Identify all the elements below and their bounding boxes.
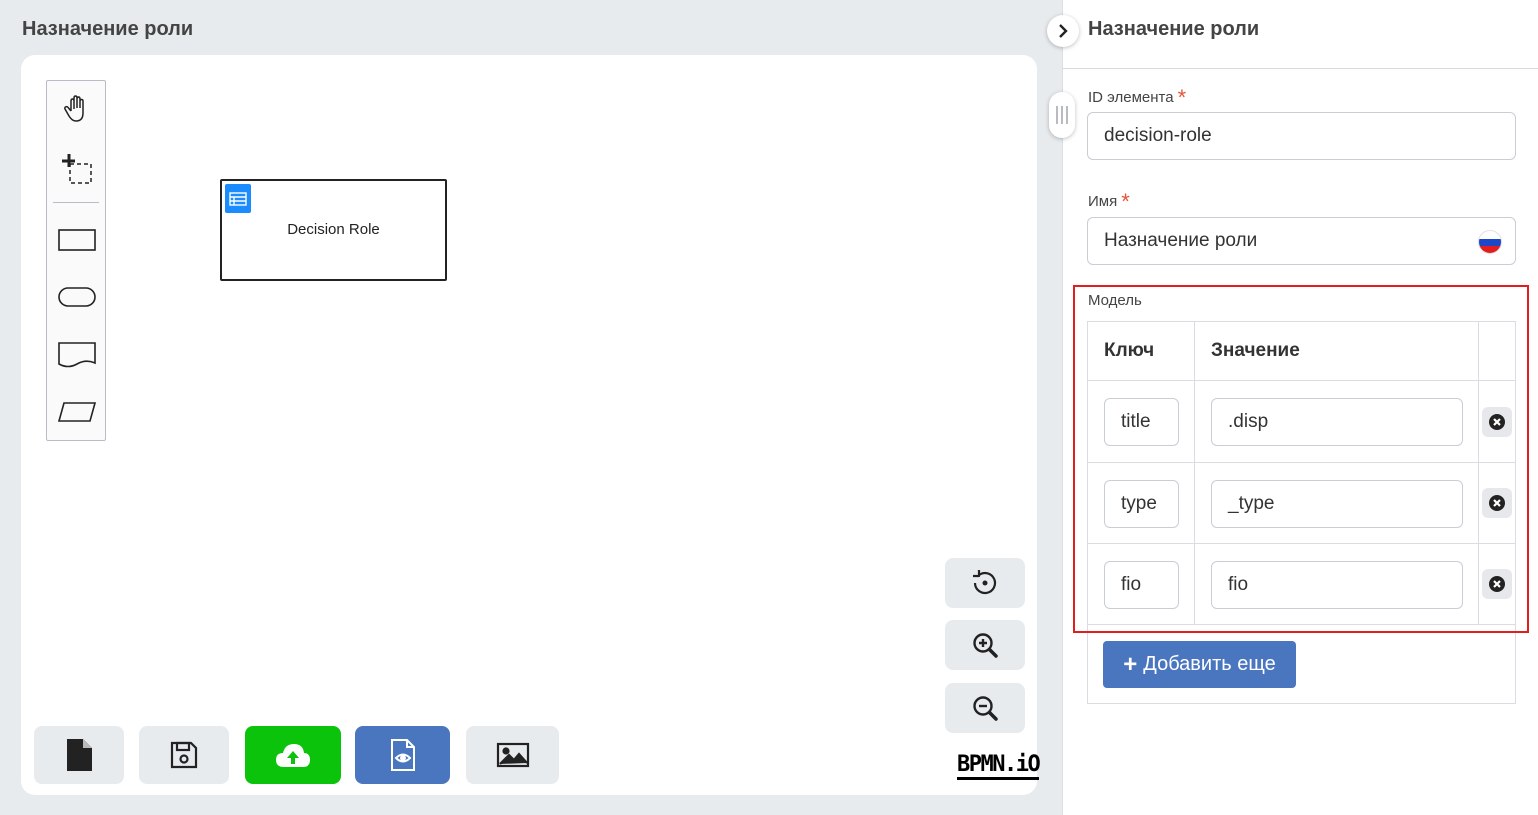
close-circle-icon xyxy=(1489,495,1505,511)
zoom-out-icon xyxy=(973,696,998,721)
cloud-upload-icon xyxy=(276,744,310,767)
row-value-input[interactable]: _type xyxy=(1211,480,1463,528)
collapse-panel-button[interactable] xyxy=(1047,15,1079,47)
panel-divider xyxy=(1062,68,1538,69)
diagram-canvas[interactable] xyxy=(21,55,1037,795)
add-row-button[interactable]: + Добавить еще xyxy=(1103,641,1296,688)
page-title: Назначение роли xyxy=(22,18,194,40)
zoom-out-button[interactable] xyxy=(945,683,1025,733)
task-label: Decision Role xyxy=(287,221,380,238)
preview-file-icon xyxy=(390,739,415,771)
delete-row-button[interactable] xyxy=(1482,569,1512,599)
document-shape-icon[interactable] xyxy=(57,335,97,375)
required-mark: * xyxy=(1121,189,1130,214)
rectangle-shape-icon[interactable] xyxy=(57,220,97,260)
save-button[interactable] xyxy=(139,726,229,784)
model-label: Модель xyxy=(1088,292,1142,309)
reset-view-button[interactable] xyxy=(945,558,1025,608)
panel-resize-handle[interactable] xyxy=(1049,92,1075,138)
plus-icon: + xyxy=(1123,650,1138,678)
hand-tool-icon[interactable] xyxy=(57,89,97,129)
id-field-label: ID элемента * xyxy=(1088,85,1187,110)
rounded-rect-shape-icon[interactable] xyxy=(57,277,97,317)
decision-role-task[interactable]: Decision Role xyxy=(220,179,447,281)
reset-view-icon xyxy=(973,570,997,595)
name-field-label: Имя * xyxy=(1088,189,1130,214)
row-value-input[interactable]: .disp xyxy=(1211,398,1463,446)
bpmn-io-logo[interactable]: BPMN.iO xyxy=(957,753,1041,780)
upload-button[interactable] xyxy=(245,726,341,784)
zoom-in-icon xyxy=(973,633,998,658)
row-key-input[interactable]: fio xyxy=(1104,561,1179,609)
name-input[interactable]: Назначение роли xyxy=(1087,217,1516,265)
delete-row-button[interactable] xyxy=(1482,488,1512,518)
palette-divider xyxy=(53,202,99,203)
preview-button[interactable] xyxy=(355,726,450,784)
panel-title: Назначение роли xyxy=(1088,18,1260,40)
id-input[interactable]: decision-role xyxy=(1087,112,1516,160)
russian-flag-icon[interactable] xyxy=(1479,231,1501,253)
parallelogram-shape-icon[interactable] xyxy=(57,392,97,432)
close-circle-icon xyxy=(1489,576,1505,592)
required-mark: * xyxy=(1177,85,1187,110)
image-icon xyxy=(496,742,529,768)
row-key-input[interactable]: type xyxy=(1104,480,1179,528)
lasso-tool-icon[interactable] xyxy=(57,149,97,189)
new-file-icon xyxy=(67,739,92,771)
close-circle-icon xyxy=(1489,414,1505,430)
delete-row-button[interactable] xyxy=(1482,407,1512,437)
zoom-in-button[interactable] xyxy=(945,620,1025,670)
column-value-header: Значение xyxy=(1211,340,1300,361)
row-value-input[interactable]: fio xyxy=(1211,561,1463,609)
new-file-button[interactable] xyxy=(34,726,124,784)
chevron-right-icon xyxy=(1059,24,1068,38)
row-key-input[interactable]: title xyxy=(1104,398,1179,446)
tool-palette xyxy=(46,80,106,441)
table-icon xyxy=(225,184,251,213)
export-image-button[interactable] xyxy=(466,726,559,784)
column-key-header: Ключ xyxy=(1104,340,1155,361)
save-icon xyxy=(170,741,198,769)
